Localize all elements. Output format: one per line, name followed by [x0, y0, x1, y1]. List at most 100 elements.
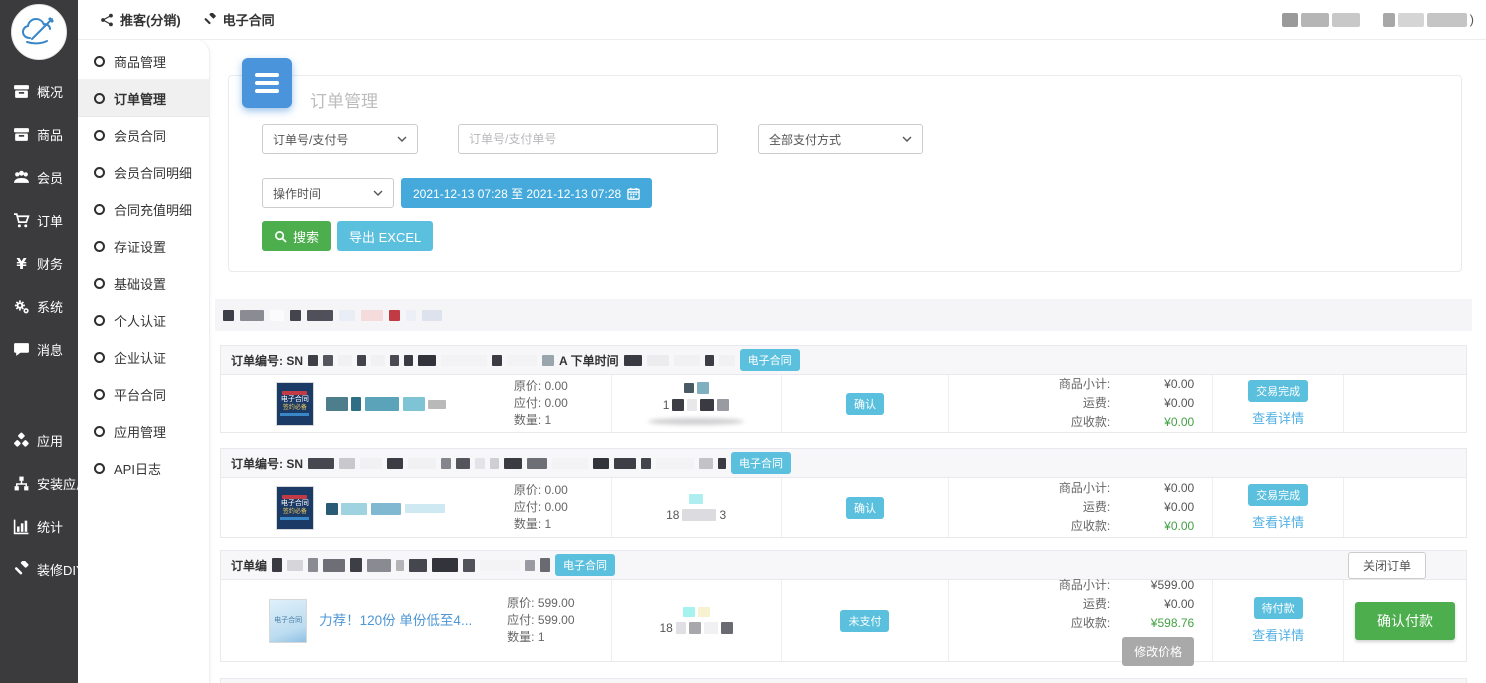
buyer-name-redacted [683, 607, 710, 617]
sidebar-item-messages[interactable]: 消息 [0, 328, 78, 371]
product-image[interactable]: 电子合同 签约必备 [276, 486, 314, 530]
submenu-label: 商品管理 [114, 52, 166, 71]
submenu-item-member-contract-detail[interactable]: 会员合同明细 [78, 154, 209, 191]
orders-icon [13, 212, 30, 229]
buyer-cell: 18 3 [611, 478, 781, 537]
submenu-item-platform-contract[interactable]: 平台合同 [78, 376, 209, 413]
order-header: 订单编号: SN A 下单时间 电子合同 [221, 346, 1466, 375]
order-status-tabs[interactable] [215, 299, 1472, 331]
submenu-item-order-mgmt[interactable]: 订单管理 [78, 80, 209, 117]
submenu-item-api-log[interactable]: API日志 [78, 450, 209, 487]
view-detail-link[interactable]: 查看详情 [1252, 408, 1304, 427]
sidebar-item-finance[interactable]: ¥ 财务 [0, 242, 78, 285]
sidebar-item-label: 会员 [37, 168, 63, 187]
product-image[interactable]: 电子合同 [269, 599, 307, 643]
menu-toggle-button[interactable] [242, 58, 292, 108]
keyword-input[interactable] [458, 124, 718, 154]
sidebar-item-stats[interactable]: 统计 [0, 505, 78, 548]
close-order-button[interactable]: 关闭订单 [1348, 552, 1426, 579]
redacted-text [422, 310, 442, 321]
order-header: 订单编号: SN 电子合同 [221, 449, 1466, 478]
search-type-value: 订单号/支付号 [273, 131, 348, 148]
date-range-button[interactable]: 2021-12-13 07:28 至 2021-12-13 07:28 [401, 178, 652, 208]
receivable-value: ¥0.00 [1110, 517, 1194, 536]
messages-icon [13, 341, 30, 358]
redacted-text [326, 397, 348, 411]
payable-price: 应付: 599.00 [507, 612, 574, 629]
tab-e-contract[interactable]: 电子合同 [203, 10, 275, 29]
confirm-button[interactable]: 确认 [846, 497, 884, 519]
app-logo[interactable] [11, 4, 67, 60]
sidebar-item-system[interactable]: 系统 [0, 285, 78, 328]
view-detail-link[interactable]: 查看详情 [1252, 512, 1304, 531]
sidebar-item-members[interactable]: 会员 [0, 156, 78, 199]
submenu-label: 订单管理 [114, 89, 166, 108]
redacted-text [492, 355, 502, 366]
time-type-select[interactable]: 操作时间 [262, 178, 394, 208]
main-sidebar: 概况 商品 会员 订单 ¥ 财务 系统 消息 应用 [0, 0, 78, 683]
sidebar-item-overview[interactable]: 概况 [0, 70, 78, 113]
modify-price-button[interactable]: 修改价格 [1122, 637, 1194, 666]
circle-icon [94, 426, 105, 437]
export-excel-button[interactable]: 导出 EXCEL [337, 221, 433, 251]
redacted-text [689, 622, 701, 634]
redacted-text [699, 458, 713, 469]
redacted-text [593, 458, 609, 469]
status-badge: 交易完成 [1248, 380, 1308, 402]
circle-icon [94, 204, 105, 215]
redacted-text [1383, 13, 1395, 27]
confirm-button[interactable]: 确认 [846, 393, 884, 415]
circle-icon [94, 241, 105, 252]
svg-text:¥: ¥ [16, 255, 27, 272]
tab-label: 推客(分销) [120, 10, 181, 29]
submenu-item-enterprise-auth[interactable]: 企业认证 [78, 339, 209, 376]
circle-icon [94, 315, 105, 326]
submenu-item-contract-recharge-detail[interactable]: 合同充值明细 [78, 191, 209, 228]
product-image[interactable]: 电子合同 签约必备 [276, 382, 314, 426]
topbar-user-info[interactable]: ) [1282, 12, 1474, 27]
redacted-text [614, 458, 636, 469]
redacted-text [367, 559, 391, 572]
cloud-pen-logo-icon [19, 12, 59, 52]
search-button[interactable]: 搜索 [262, 221, 331, 251]
submenu-item-personal-auth[interactable]: 个人认证 [78, 302, 209, 339]
sidebar-item-install-apps[interactable]: 安装应用 [0, 462, 78, 505]
tab-tuike-distribution[interactable]: 推客(分销) [100, 10, 181, 29]
product-cell: 电子合同 力荐！120份 单份低至4... 原价: 599.00 应付: 599… [221, 580, 611, 661]
redacted-text [403, 397, 425, 411]
status-cell: 交易完成 查看详情 [1212, 375, 1343, 432]
redacted-text [647, 355, 669, 366]
e-contract-badge: 电子合同 [740, 349, 800, 371]
redacted-text [683, 607, 695, 617]
product-name-link[interactable]: 力荐！120份 单份低至4... [319, 613, 472, 628]
redacted-text [1427, 13, 1467, 27]
sidebar-item-products[interactable]: 商品 [0, 113, 78, 156]
buyer-name-redacted [689, 494, 703, 504]
redacted-text [365, 397, 399, 411]
page-title: 订单管理 [310, 87, 378, 112]
redacted-text [705, 355, 714, 366]
submenu-item-member-contract[interactable]: 会员合同 [78, 117, 209, 154]
sidebar-item-label: 财务 [37, 254, 63, 273]
thumb-text: 签约必备 [283, 509, 307, 516]
sidebar-item-orders[interactable]: 订单 [0, 199, 78, 242]
submenu-item-product-mgmt[interactable]: 商品管理 [78, 43, 209, 80]
status-badge: 交易完成 [1248, 484, 1308, 506]
sidebar-item-diy[interactable]: 装修DIY [0, 548, 78, 591]
submenu-item-evidence-settings[interactable]: 存证设置 [78, 228, 209, 265]
redacted-text [682, 509, 716, 521]
confirm-payment-button[interactable]: 确认付款 [1355, 602, 1455, 640]
shipping-value: ¥0.00 [1110, 595, 1194, 614]
submenu-item-app-mgmt[interactable]: 应用管理 [78, 413, 209, 450]
buyer-phone: 18 [659, 621, 732, 635]
sidebar-item-label: 商品 [37, 125, 63, 144]
product-name-redacted [326, 500, 502, 515]
thumb-text: 签约必备 [283, 405, 307, 412]
search-type-select[interactable]: 订单号/支付号 [262, 124, 418, 154]
view-detail-link[interactable]: 查看详情 [1252, 625, 1304, 644]
submenu-item-basic-settings[interactable]: 基础设置 [78, 265, 209, 302]
redacted-text [672, 399, 684, 411]
sidebar-item-apps[interactable]: 应用 [0, 419, 78, 462]
pay-method-select[interactable]: 全部支付方式 [758, 124, 923, 154]
receivable-label: 应收款: [1071, 614, 1110, 633]
